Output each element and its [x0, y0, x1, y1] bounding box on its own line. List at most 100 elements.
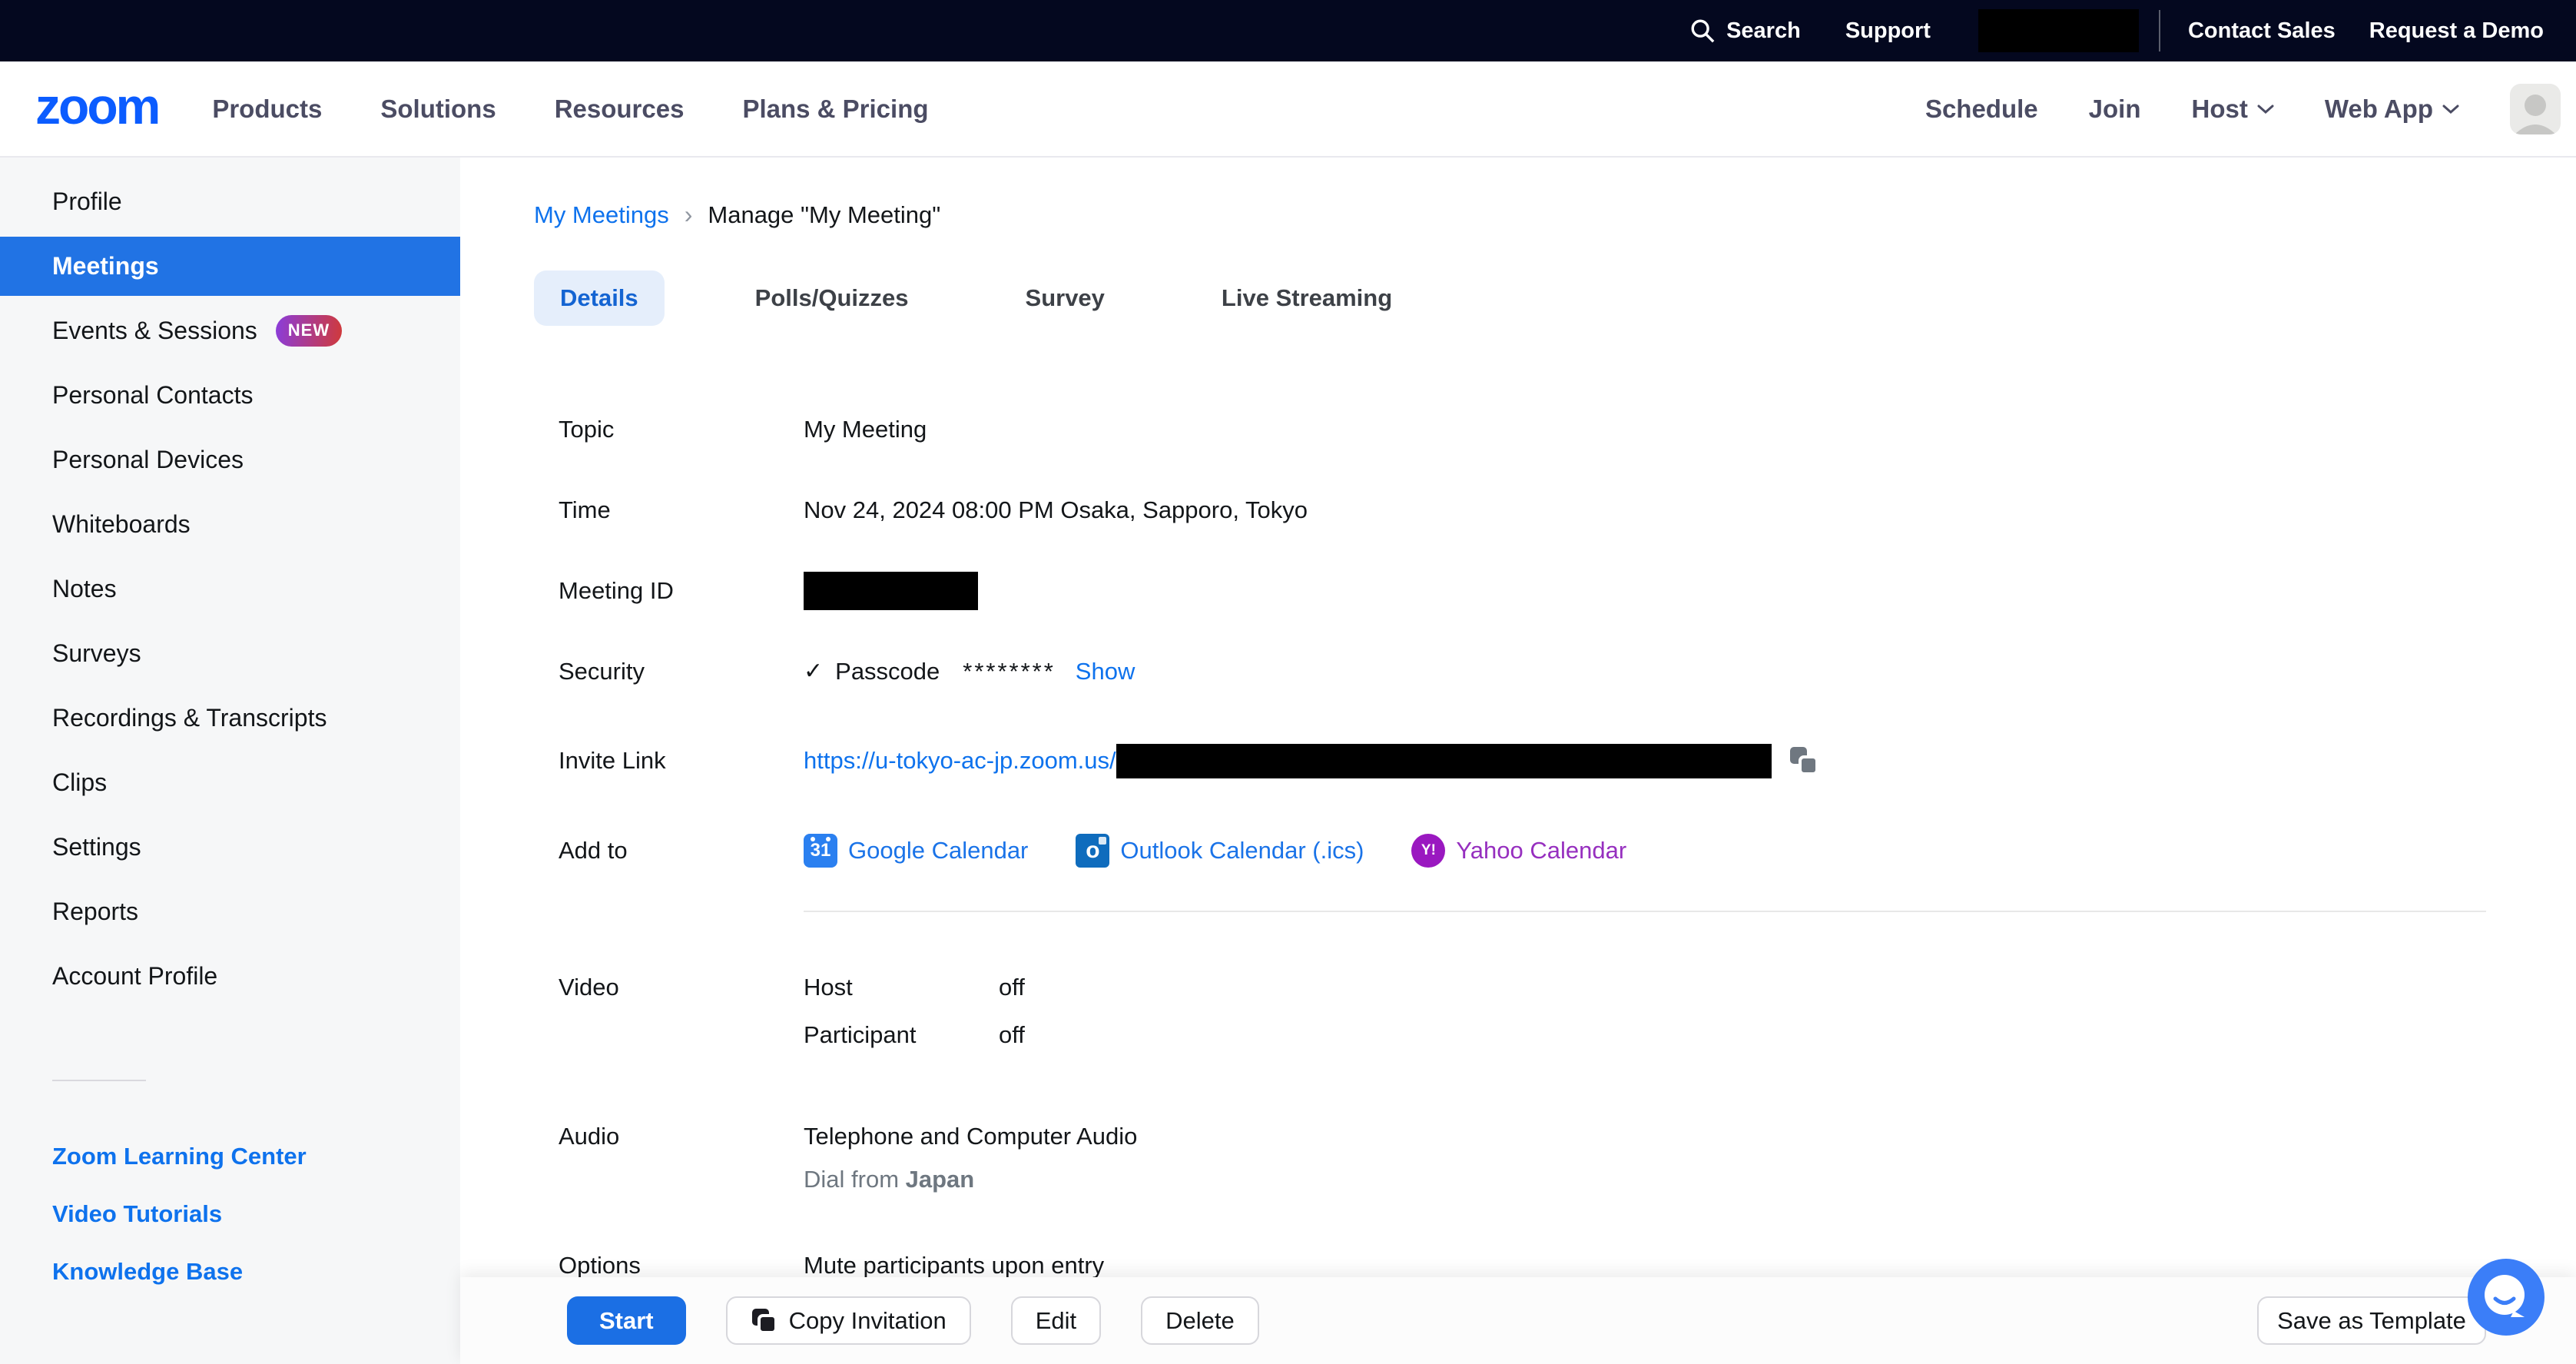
- sidebar-item-label: Whiteboards: [52, 510, 191, 539]
- invite-link-row: Invite Link https://u-tokyo-ac-jp.zoom.u…: [460, 712, 2576, 810]
- outlook-calendar-link[interactable]: o Outlook Calendar (.ics): [1076, 834, 1364, 868]
- video-label: Video: [559, 974, 804, 1069]
- yahoo-calendar-link[interactable]: Y! Yahoo Calendar: [1411, 834, 1626, 868]
- sidebar-item-personal-contacts[interactable]: Personal Contacts: [0, 366, 460, 425]
- request-demo-link[interactable]: Request a Demo: [2369, 18, 2544, 44]
- audio-label: Audio: [559, 1123, 804, 1193]
- outlook-calendar-label: Outlook Calendar (.ics): [1120, 837, 1364, 865]
- topic-row: Topic My Meeting: [460, 389, 2576, 470]
- passcode-mask: ********: [963, 658, 1056, 685]
- google-calendar-link[interactable]: 31 Google Calendar: [804, 834, 1028, 868]
- support-chat-button[interactable]: [2468, 1259, 2545, 1336]
- options-label: Options: [559, 1252, 804, 1279]
- show-passcode-link[interactable]: Show: [1076, 658, 1135, 685]
- sidebar-item-clips[interactable]: Clips: [0, 753, 460, 812]
- delete-button[interactable]: Delete: [1141, 1296, 1259, 1345]
- time-value: Nov 24, 2024 08:00 PM Osaka, Sapporo, To…: [804, 496, 1308, 524]
- redacted-phone-number: [1978, 9, 2139, 52]
- zoom-logo[interactable]: zoom: [35, 81, 158, 138]
- dial-from-line: Dial from Japan: [804, 1166, 1137, 1193]
- nav-solutions[interactable]: Solutions: [380, 95, 496, 124]
- sidebar-item-events-sessions[interactable]: Events & Sessions NEW: [0, 301, 460, 360]
- meeting-id-label: Meeting ID: [559, 577, 804, 605]
- start-button[interactable]: Start: [567, 1296, 686, 1345]
- action-bar: Start Copy Invitation Edit Delete Save a…: [460, 1277, 2576, 1364]
- security-row: Security ✓ Passcode ******** Show: [460, 631, 2576, 712]
- sidebar-divider: [52, 1080, 146, 1081]
- copy-invite-link-icon[interactable]: [1789, 745, 1819, 776]
- user-avatar[interactable]: [2510, 84, 2561, 134]
- meeting-id-row: Meeting ID: [460, 550, 2576, 631]
- invite-link-label: Invite Link: [559, 747, 804, 775]
- sidebar-item-label: Settings: [52, 833, 141, 861]
- nav-host[interactable]: Host: [2192, 95, 2274, 124]
- redacted-invite-link: [1116, 744, 1772, 778]
- sidebar-item-label: Personal Devices: [52, 446, 244, 474]
- breadcrumb-separator: ›: [685, 201, 693, 229]
- search-label: Search: [1726, 18, 1801, 44]
- copy-icon: [751, 1307, 778, 1335]
- options-value: Mute participants upon entry: [804, 1252, 1104, 1279]
- nav-products[interactable]: Products: [212, 95, 322, 124]
- sidebar-link-knowledge-base[interactable]: Knowledge Base: [0, 1243, 460, 1300]
- main-content: My Meetings › Manage "My Meeting" Detail…: [460, 158, 2576, 1364]
- tab-live-streaming[interactable]: Live Streaming: [1195, 270, 1418, 326]
- nav-schedule[interactable]: Schedule: [1925, 95, 2038, 124]
- nav-join[interactable]: Join: [2089, 95, 2141, 124]
- save-as-template-button[interactable]: Save as Template: [2257, 1296, 2486, 1345]
- sidebar-item-meetings[interactable]: Meetings: [0, 237, 460, 296]
- breadcrumb-my-meetings[interactable]: My Meetings: [534, 201, 669, 229]
- video-host-value: off: [999, 974, 1025, 1001]
- passcode-label: Passcode: [835, 658, 940, 685]
- main-navbar: zoom Products Solutions Resources Plans …: [0, 61, 2576, 158]
- audio-value: Telephone and Computer Audio: [804, 1123, 1137, 1150]
- video-host-row: Host off: [804, 974, 1025, 1001]
- sidebar-item-settings[interactable]: Settings: [0, 818, 460, 877]
- add-to-row: Add to 31 Google Calendar o Outlook Cale…: [460, 810, 2576, 891]
- sidebar-item-reports[interactable]: Reports: [0, 882, 460, 941]
- audio-section: Audio Telephone and Computer Audio Dial …: [460, 1123, 2576, 1193]
- checkmark-icon: ✓: [804, 658, 823, 685]
- time-label: Time: [559, 496, 804, 524]
- sidebar-item-recordings-transcripts[interactable]: Recordings & Transcripts: [0, 689, 460, 748]
- sidebar-item-label: Events & Sessions: [52, 317, 257, 345]
- nav-plans-pricing[interactable]: Plans & Pricing: [742, 95, 928, 124]
- sidebar-link-learning-center[interactable]: Zoom Learning Center: [0, 1127, 460, 1185]
- video-host-label: Host: [804, 974, 999, 1001]
- nav-web-app[interactable]: Web App: [2325, 95, 2459, 124]
- sidebar-item-whiteboards[interactable]: Whiteboards: [0, 495, 460, 554]
- video-section: Video Host off Participant off: [460, 974, 2576, 1069]
- tab-polls-quizzes[interactable]: Polls/Quizzes: [729, 270, 935, 326]
- support-link[interactable]: Support: [1845, 18, 1931, 44]
- google-calendar-label: Google Calendar: [848, 837, 1028, 865]
- sidebar: Profile Meetings Events & Sessions NEW P…: [0, 158, 460, 1364]
- sidebar-item-label: Recordings & Transcripts: [52, 704, 327, 732]
- yahoo-calendar-icon: Y!: [1411, 834, 1445, 868]
- redacted-meeting-id: [804, 572, 978, 610]
- sidebar-item-notes[interactable]: Notes: [0, 559, 460, 619]
- yahoo-calendar-label: Yahoo Calendar: [1456, 837, 1626, 865]
- sidebar-item-profile[interactable]: Profile: [0, 172, 460, 231]
- sidebar-item-label: Reports: [52, 898, 138, 926]
- time-row: Time Nov 24, 2024 08:00 PM Osaka, Sappor…: [460, 470, 2576, 550]
- sidebar-item-surveys[interactable]: Surveys: [0, 624, 460, 683]
- contact-sales-link[interactable]: Contact Sales: [2188, 18, 2336, 44]
- copy-invitation-button[interactable]: Copy Invitation: [726, 1296, 971, 1345]
- new-badge: NEW: [276, 315, 342, 347]
- nav-resources[interactable]: Resources: [555, 95, 685, 124]
- video-participant-label: Participant: [804, 1021, 999, 1049]
- edit-button[interactable]: Edit: [1011, 1296, 1101, 1345]
- options-section: Options Mute participants upon entry: [460, 1252, 2576, 1279]
- search-icon: [1689, 18, 1716, 44]
- invite-link-url[interactable]: https://u-tokyo-ac-jp.zoom.us/: [804, 747, 1116, 775]
- outlook-calendar-icon: o: [1076, 834, 1109, 868]
- sidebar-item-account-profile[interactable]: Account Profile: [0, 947, 460, 1006]
- tab-survey[interactable]: Survey: [1000, 270, 1131, 326]
- sidebar-link-video-tutorials[interactable]: Video Tutorials: [0, 1185, 460, 1243]
- security-label: Security: [559, 658, 804, 685]
- sidebar-item-personal-devices[interactable]: Personal Devices: [0, 430, 460, 490]
- video-participant-value: off: [999, 1021, 1025, 1049]
- sidebar-item-label: Surveys: [52, 639, 141, 668]
- search-button[interactable]: Search: [1689, 18, 1801, 44]
- tab-details[interactable]: Details: [534, 270, 665, 326]
